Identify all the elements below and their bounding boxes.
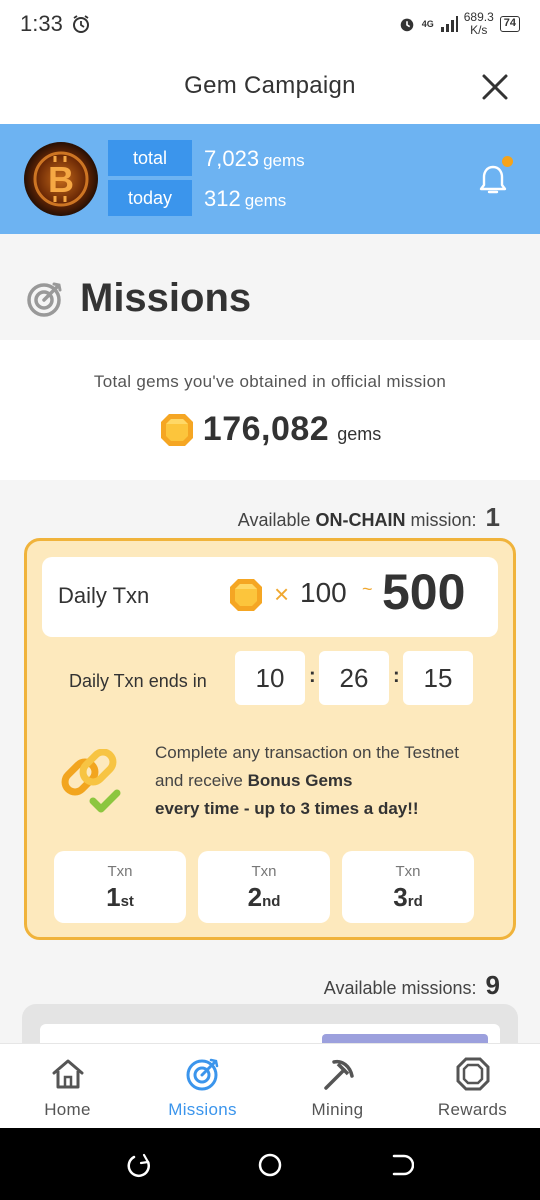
obtained-gems-panel: Total gems you've obtained in official m… — [0, 340, 540, 480]
net-speed-value: 689.3 — [463, 10, 494, 24]
obtained-gems-unit: gems — [337, 424, 382, 444]
today-gems-unit: gems — [244, 191, 287, 210]
recent-apps-icon[interactable] — [126, 1152, 152, 1178]
pickaxe-icon — [323, 1059, 354, 1090]
txn-slot-3: Txn 3rd — [342, 851, 474, 923]
daily-txn-label: Daily Txn — [58, 583, 150, 608]
total-gems-unit: gems — [263, 151, 305, 170]
desc-bonus-gems: Bonus Gems — [247, 771, 353, 790]
countdown-colon: : — [393, 665, 400, 687]
bell-icon[interactable] — [478, 164, 508, 196]
svg-text:B: B — [48, 159, 74, 200]
target-icon — [186, 1058, 218, 1091]
txn-slot-label: Txn — [251, 863, 277, 880]
total-gems: 7,023 gems — [204, 146, 305, 172]
home-icon — [52, 1059, 83, 1089]
missions-heading: Missions — [0, 234, 540, 340]
countdown-label: Daily Txn ends in — [69, 671, 207, 691]
page-header: Gem Campaign — [0, 48, 540, 124]
bitcoin-avatar-image: B — [33, 151, 89, 207]
back-icon[interactable] — [388, 1152, 414, 1178]
obtained-gems-row: 176,082 gems — [0, 410, 540, 449]
daily-txn-card[interactable]: Daily Txn × 100 ~ 500 Daily Txn ends in … — [24, 538, 516, 940]
gem-outline-icon — [456, 1057, 489, 1091]
txn-slot-2: Txn 2nd — [198, 851, 330, 923]
txn-slot-ordinal: 2nd — [247, 882, 281, 912]
txn-slot-label: Txn — [107, 863, 133, 880]
available-missions-number: 9 — [485, 970, 500, 1000]
txn-slot-label: Txn — [395, 863, 421, 880]
status-bar: 1:33 4G 689.3 K/s 74 — [0, 0, 540, 48]
target-icon — [27, 282, 62, 317]
tab-label: Mining — [311, 1100, 364, 1119]
system-nav-bar — [0, 1128, 540, 1200]
battery-indicator: 74 — [499, 16, 520, 32]
today-gems-value: 312 — [204, 186, 241, 211]
chain-link-check-icon — [61, 749, 121, 813]
tab-label: Missions — [168, 1100, 237, 1119]
available-missions-count: Available missions: 9 — [324, 970, 500, 1001]
txn-slot-1: Txn 1st — [54, 851, 186, 923]
home-button-icon[interactable] — [257, 1152, 283, 1178]
countdown-colon: : — [309, 665, 316, 687]
available-missions-label: Available missions: — [323, 978, 482, 998]
reward-min: 100 — [300, 577, 347, 608]
page-title: Gem Campaign — [184, 72, 356, 99]
net-speed: 689.3 K/s — [464, 11, 494, 37]
total-gems-value: 7,023 — [204, 146, 260, 171]
onchain-count: 1 — [485, 502, 500, 532]
avatar[interactable]: B — [24, 142, 98, 216]
daily-txn-description: Complete any transaction on the Testnet … — [155, 739, 475, 823]
gem-icon — [230, 579, 262, 611]
countdown-hours: 10 — [235, 651, 305, 705]
daily-txn-reward: Daily Txn × 100 ~ 500 — [42, 557, 498, 637]
signal-icon — [440, 16, 458, 32]
reward-range-sign: ~ — [362, 579, 373, 599]
countdown-seconds: 15 — [403, 651, 473, 705]
tab-label: Rewards — [437, 1100, 508, 1119]
available-onchain-count: Available ON-CHAIN mission: 1 — [238, 502, 500, 533]
today-gems: 312 gems — [204, 186, 286, 212]
alarm-icon — [72, 15, 89, 33]
missions-title: Missions — [80, 276, 252, 320]
tab-home[interactable]: Home — [0, 1044, 135, 1128]
tab-rewards[interactable]: Rewards — [405, 1044, 540, 1128]
notification-dot — [502, 156, 513, 167]
tab-missions[interactable]: Missions — [135, 1044, 270, 1128]
status-time: 1:33 — [20, 11, 63, 36]
txn-slot-ordinal: 3rd — [393, 882, 423, 912]
desc-frequency: every time - up to 3 times a day!! — [155, 799, 419, 818]
reward-max: 500 — [382, 564, 466, 620]
net-speed-unit: K/s — [470, 23, 488, 37]
onchain-bold: ON-CHAIN — [315, 510, 406, 530]
obtained-gems-caption: Total gems you've obtained in official m… — [93, 372, 447, 391]
onchain-prefix: Available — [237, 510, 316, 530]
alarm-icon — [400, 18, 414, 32]
tab-label: Home — [44, 1100, 91, 1119]
gem-summary-banner: B total today 7,023 gems 312 gems — [0, 124, 540, 234]
txn-slot-ordinal: 1st — [106, 882, 134, 912]
close-icon[interactable] — [480, 72, 510, 102]
tab-mining[interactable]: Mining — [270, 1044, 405, 1128]
multiply-sign: × — [274, 579, 290, 609]
total-label: total — [108, 140, 192, 176]
today-label: today — [108, 180, 192, 216]
network-indicator: 4G — [421, 19, 434, 29]
onchain-suffix: mission: — [405, 510, 482, 530]
bottom-tab-bar: Home Missions Mining Rewards — [0, 1043, 540, 1128]
countdown-minutes: 26 — [319, 651, 389, 705]
gem-icon — [160, 413, 193, 446]
obtained-gems-value: 176,082 — [202, 410, 330, 448]
